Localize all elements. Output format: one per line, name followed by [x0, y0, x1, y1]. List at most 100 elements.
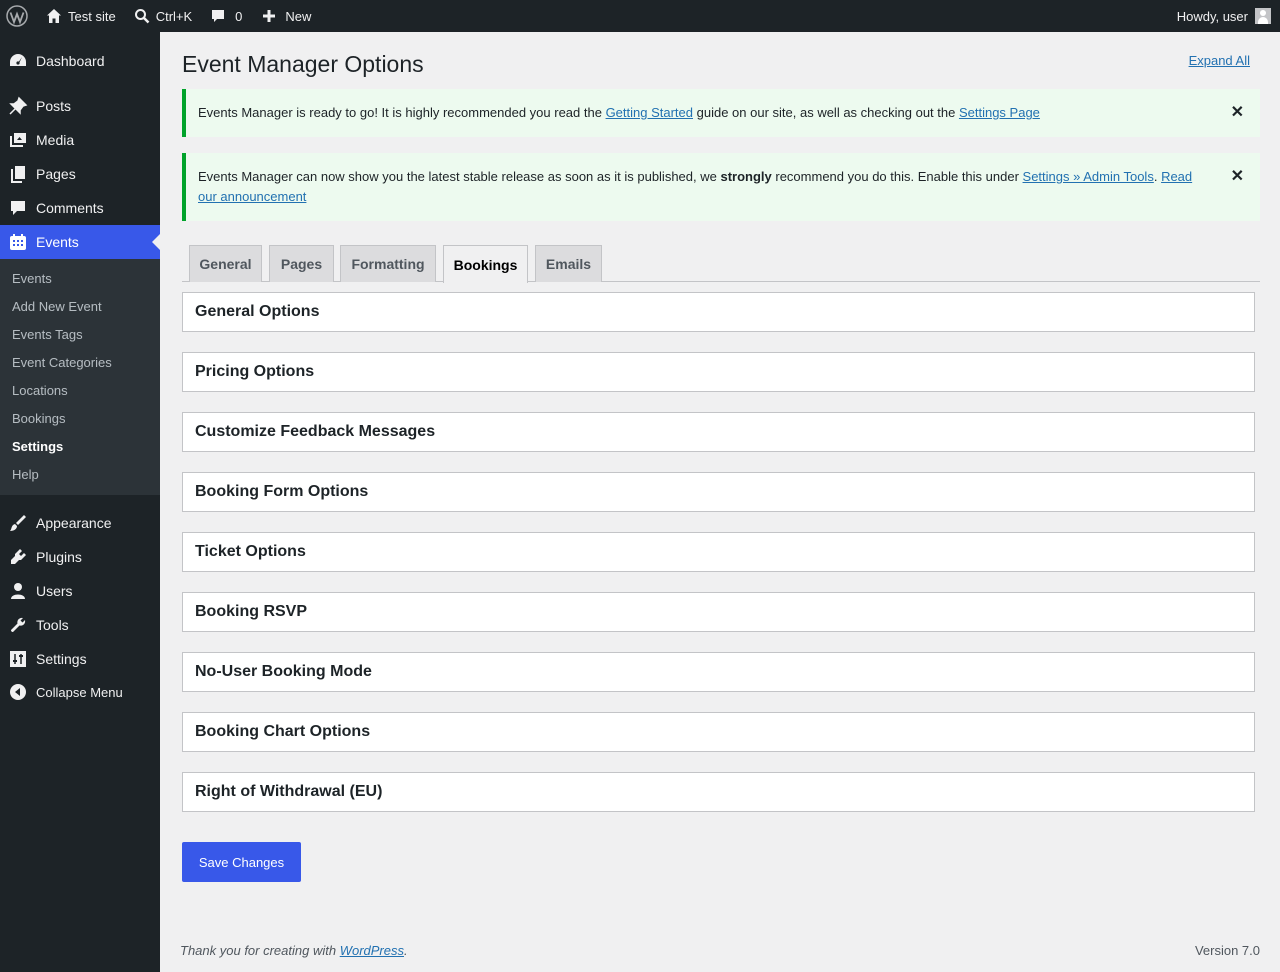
settings-tabs: General Pages Formatting Bookings Emails	[182, 245, 1260, 283]
search-shortcut: Ctrl+K	[155, 8, 193, 24]
site-name-link[interactable]: Test site	[36, 0, 124, 32]
menu-label: Appearance	[36, 515, 112, 531]
footer-thanks: Thank you for creating with WordPress.	[180, 943, 408, 958]
menu-settings[interactable]: Settings	[0, 642, 160, 676]
section-booking-rsvp[interactable]: Booking RSVP	[182, 592, 1255, 632]
menu-tools[interactable]: Tools	[0, 608, 160, 642]
submenu-events[interactable]: Events	[12, 271, 52, 286]
submenu-settings[interactable]: Settings	[12, 439, 63, 454]
menu-label: Posts	[36, 98, 72, 114]
menu-media[interactable]: Media	[0, 123, 160, 157]
collapse-icon	[10, 684, 26, 700]
section-title: Booking RSVP	[195, 603, 308, 620]
menu-users[interactable]: Users	[0, 574, 160, 608]
menu-plugins[interactable]: Plugins	[0, 540, 160, 574]
menu-appearance[interactable]: Appearance	[0, 506, 160, 540]
submenu-locations[interactable]: Locations	[12, 383, 68, 398]
tab-emails[interactable]: Emails	[535, 245, 602, 282]
menu-label: Tools	[36, 617, 69, 633]
my-account[interactable]: Howdy, user	[1177, 8, 1280, 24]
wordpress-logo[interactable]	[0, 0, 36, 32]
notice-text: recommend you do this. Enable this under	[771, 169, 1023, 184]
menu-label: Comments	[36, 200, 104, 216]
section-pricing-options[interactable]: Pricing Options	[182, 352, 1255, 392]
submenu-event-categories[interactable]: Event Categories	[12, 355, 112, 370]
section-booking-chart-options[interactable]: Booking Chart Options	[182, 712, 1255, 752]
save-changes-button[interactable]: Save Changes	[182, 842, 301, 882]
section-title: Ticket Options	[195, 543, 306, 560]
brush-icon	[10, 515, 26, 531]
section-title: Customize Feedback Messages	[195, 423, 436, 440]
plug-icon	[11, 549, 26, 564]
section-booking-form-options[interactable]: Booking Form Options	[182, 472, 1255, 512]
success-notice: Events Manager is ready to go! It is hig…	[182, 89, 1260, 137]
menu-label: Events	[36, 234, 79, 250]
search-icon	[134, 9, 150, 24]
submenu-bookings[interactable]: Bookings	[12, 411, 65, 426]
submenu-events-tags[interactable]: Events Tags	[12, 327, 83, 342]
wrench-icon	[10, 617, 26, 633]
footer-version: Version 7.0	[1194, 943, 1260, 958]
admin-menu: Dashboard Posts Media Pages Comments Eve…	[0, 32, 160, 972]
command-palette-button[interactable]: Ctrl+K	[124, 0, 200, 32]
sliders-icon	[10, 651, 26, 667]
menu-dashboard[interactable]: Dashboard	[0, 44, 160, 78]
submenu-help[interactable]: Help	[12, 467, 39, 482]
section-ticket-options[interactable]: Ticket Options	[182, 532, 1255, 572]
events-submenu: Events Add New Event Events Tags Event C…	[0, 259, 160, 495]
howdy-text: Howdy, user	[1176, 8, 1248, 24]
new-content-button[interactable]: New	[250, 0, 319, 32]
tab-pages[interactable]: Pages	[269, 245, 334, 282]
tab-formatting[interactable]: Formatting	[340, 245, 436, 282]
menu-posts[interactable]: Posts	[0, 89, 160, 123]
section-title: Pricing Options	[195, 363, 315, 380]
dismiss-notice-button[interactable]: ✕	[1231, 103, 1244, 123]
menu-label: Settings	[36, 651, 87, 667]
section-no-user-booking-mode[interactable]: No-User Booking Mode	[182, 652, 1255, 692]
section-title: Booking Form Options	[195, 483, 369, 500]
section-title: Right of Withdrawal (EU)	[195, 783, 383, 800]
section-title: No-User Booking Mode	[195, 663, 372, 680]
menu-events[interactable]: Events	[0, 225, 160, 259]
notice-text: .	[1153, 169, 1162, 184]
comments-link[interactable]: 0	[200, 0, 250, 32]
section-right-of-withdrawal[interactable]: Right of Withdrawal (EU)	[182, 772, 1255, 812]
tab-general[interactable]: General	[189, 245, 262, 282]
plus-icon	[263, 10, 276, 22]
section-title: Booking Chart Options	[195, 723, 371, 740]
wordpress-icon	[6, 5, 28, 27]
admin-tools-link[interactable]: Settings » Admin Tools	[1023, 169, 1154, 184]
collapse-label: Collapse Menu	[36, 684, 123, 700]
menu-label: Users	[36, 583, 73, 599]
site-name: Test site	[68, 8, 116, 24]
section-title: General Options	[195, 303, 320, 320]
wordpress-link[interactable]: WordPress	[340, 943, 404, 958]
notice-text: guide on our site, as well as checking o…	[693, 105, 959, 120]
calendar-icon	[10, 234, 26, 250]
menu-label: Dashboard	[36, 53, 105, 69]
submenu-add-new-event[interactable]: Add New Event	[12, 299, 102, 314]
menu-label: Pages	[36, 166, 76, 182]
expand-all-link[interactable]: Expand All	[1189, 53, 1250, 68]
tab-bookings[interactable]: Bookings	[443, 245, 528, 283]
update-notice: Events Manager can now show you the late…	[182, 153, 1260, 221]
user-icon	[11, 583, 25, 599]
comment-icon	[11, 201, 25, 215]
menu-pages[interactable]: Pages	[0, 157, 160, 191]
section-feedback-messages[interactable]: Customize Feedback Messages	[182, 412, 1255, 452]
pages-icon	[11, 166, 25, 183]
dismiss-notice-button[interactable]: ✕	[1231, 167, 1244, 187]
notice-strong-text: strongly	[720, 169, 772, 184]
comment-icon	[212, 10, 225, 22]
collapse-menu-button[interactable]: Collapse Menu	[0, 675, 160, 709]
page-title: Event Manager Options	[182, 51, 424, 77]
new-label: New	[285, 8, 312, 24]
settings-page-link[interactable]: Settings Page	[959, 105, 1040, 120]
footer-text: Thank you for creating with	[180, 943, 340, 958]
menu-comments[interactable]: Comments	[0, 191, 160, 225]
menu-label: Media	[36, 132, 75, 148]
section-general-options[interactable]: General Options	[182, 292, 1255, 332]
getting-started-link[interactable]: Getting Started	[606, 105, 693, 120]
home-icon	[47, 9, 61, 23]
media-icon	[10, 133, 26, 147]
